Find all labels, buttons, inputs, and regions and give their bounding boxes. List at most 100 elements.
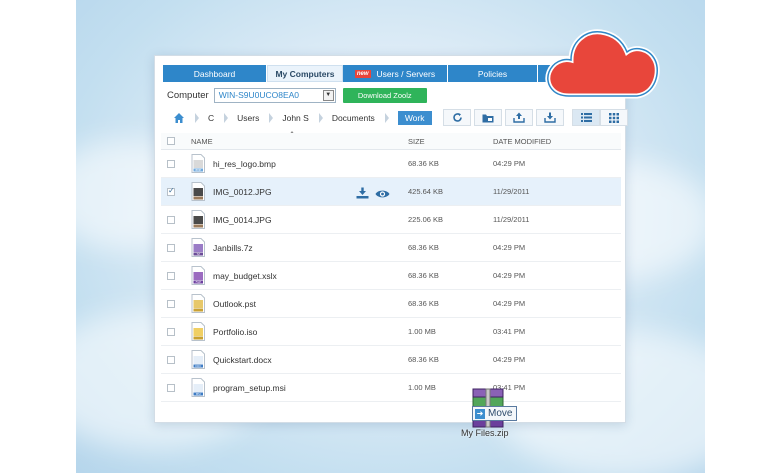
breadcrumb-separator [224, 111, 229, 125]
row-checkbox[interactable] [167, 327, 175, 336]
7z-file-icon: 7Z [191, 238, 205, 257]
tab-policies[interactable]: Policies [448, 65, 538, 82]
file-date: 04:29 PM [493, 299, 526, 308]
breadcrumb-item-c[interactable]: C [208, 113, 214, 123]
doc-file-icon: DOC [191, 350, 205, 369]
grid-icon [609, 112, 619, 123]
table-row[interactable]: Portfolio.iso 1.00 MB 03:41 PM [161, 318, 621, 346]
row-checkbox[interactable] [167, 186, 175, 196]
folder-icon [482, 114, 494, 122]
file-name[interactable]: hi_res_logo.bmp [213, 159, 408, 169]
bmp-file-icon: BMP [191, 154, 205, 173]
arrow-right-icon: ➜ [475, 408, 485, 419]
row-checkbox[interactable] [167, 215, 175, 224]
file-date: 03:41 PM [493, 327, 526, 336]
home-icon[interactable] [173, 112, 185, 124]
refresh-button[interactable] [443, 109, 471, 126]
row-checkbox[interactable] [167, 159, 175, 168]
breadcrumb-item-documents[interactable]: Documents [332, 113, 375, 123]
move-tooltip: ➜ Move [472, 406, 518, 421]
file-name[interactable]: IMG_0014.JPG [213, 215, 408, 225]
new-folder-button[interactable] [474, 109, 502, 126]
jpg-file-icon [191, 210, 205, 229]
file-toolbar [443, 109, 628, 127]
row-checkbox[interactable] [167, 243, 175, 252]
svg-text:FILE: FILE [196, 280, 202, 284]
upload-button[interactable] [505, 109, 533, 126]
table-row[interactable]: IMG_0014.JPG 225.06 KB 11/29/2011 [161, 206, 621, 234]
table-row[interactable]: MSI program_setup.msi 1.00 MB 03:41 PM [161, 374, 621, 402]
jpg-file-icon [191, 182, 205, 201]
file-table: NAME SIZE DATE MODIFIED BMP hi_res_logo.b… [161, 133, 621, 402]
view-toggle [572, 109, 628, 127]
move-tooltip-label: Move [488, 408, 513, 419]
cloud-logo-icon [545, 29, 660, 99]
download-zoolz-button[interactable]: Download Zoolz [342, 87, 427, 103]
row-checkbox[interactable] [167, 271, 175, 280]
svg-text:BMP: BMP [195, 168, 201, 172]
file-name[interactable]: Janbills.7z [213, 243, 408, 253]
breadcrumb-item-john-s[interactable]: John S [282, 113, 308, 123]
select-all-checkbox[interactable] [167, 137, 175, 145]
list-view-button[interactable] [572, 109, 600, 126]
download-button[interactable] [536, 109, 564, 126]
list-icon [580, 113, 592, 122]
computer-select[interactable]: WIN-S9U0UCO8EA0 ▼ [213, 87, 336, 103]
column-header-date[interactable]: DATE MODIFIED [493, 137, 551, 146]
file-date: 04:29 PM [493, 159, 526, 168]
table-row[interactable]: Outlook.pst 68.36 KB 04:29 PM [161, 290, 621, 318]
file-date: 04:29 PM [493, 271, 526, 280]
table-row[interactable]: 7Z Janbills.7z 68.36 KB 04:29 PM [161, 234, 621, 262]
eye-icon[interactable] [375, 186, 390, 204]
file-name[interactable]: Quickstart.docx [213, 355, 408, 365]
xlsx-file-icon: FILE [191, 266, 205, 285]
row-checkbox[interactable] [167, 355, 175, 364]
tab-users-servers[interactable]: new Users / Servers [343, 65, 448, 82]
file-size: 425.64 KB [408, 187, 444, 196]
table-row[interactable]: DOC Quickstart.docx 68.36 KB 04:29 PM [161, 346, 621, 374]
column-header-name[interactable]: NAME [191, 137, 408, 146]
table-row[interactable]: BMP hi_res_logo.bmp 68.36 KB 04:29 PM [161, 150, 621, 178]
download-icon[interactable] [356, 186, 369, 204]
upload-icon [513, 112, 525, 123]
file-name[interactable]: Portfolio.iso [213, 327, 408, 337]
breadcrumb-separator [195, 111, 200, 125]
drag-filename: My Files.zip [461, 428, 509, 438]
table-body: BMPhi_res_logo.bmp68.36 KB04:29 PMIMG_00… [161, 150, 621, 402]
svg-text:MSI: MSI [196, 392, 201, 396]
grid-view-button[interactable] [600, 109, 628, 126]
breadcrumb-item-work[interactable]: Work [397, 111, 432, 125]
row-checkbox[interactable] [167, 299, 175, 308]
tab-dashboard[interactable]: Dashboard [163, 65, 267, 82]
file-size: 68.36 KB [408, 271, 439, 280]
file-size: 68.36 KB [408, 355, 439, 364]
file-date: 11/29/2011 [493, 187, 530, 196]
breadcrumb-item-users[interactable]: Users [237, 113, 259, 123]
breadcrumb: C Users John S Documents Work [173, 111, 442, 125]
file-size: 68.36 KB [408, 299, 439, 308]
file-date: 04:29 PM [493, 243, 526, 252]
chevron-down-icon[interactable]: ▼ [322, 89, 334, 101]
download-icon [544, 112, 556, 123]
svg-text:7Z: 7Z [197, 252, 201, 256]
row-checkbox[interactable] [167, 383, 175, 392]
file-size: 68.36 KB [408, 243, 439, 252]
file-date: 11/29/2011 [493, 215, 530, 224]
table-row[interactable]: IMG_0012.JPG425.64 KB11/29/2011 [161, 178, 621, 206]
file-size: 225.06 KB [408, 215, 444, 224]
row-actions [356, 186, 396, 204]
msi-file-icon: MSI [191, 378, 205, 397]
iso-file-icon [191, 322, 205, 341]
breadcrumb-separator [384, 111, 390, 125]
tab-my-computers[interactable]: My Computers [267, 65, 343, 82]
file-size: 68.36 KB [408, 159, 439, 168]
table-header: NAME SIZE DATE MODIFIED [161, 133, 621, 150]
computer-select-value: WIN-S9U0UCO8EA0 [218, 90, 300, 100]
column-header-size[interactable]: SIZE [408, 137, 493, 146]
breadcrumb-separator [318, 111, 324, 125]
refresh-icon [452, 113, 462, 122]
file-name[interactable]: program_setup.msi [213, 383, 408, 393]
table-row[interactable]: FILE may_budget.xslx 68.36 KB 04:29 PM [161, 262, 621, 290]
file-name[interactable]: Outlook.pst [213, 299, 408, 309]
file-name[interactable]: may_budget.xslx [213, 271, 408, 281]
